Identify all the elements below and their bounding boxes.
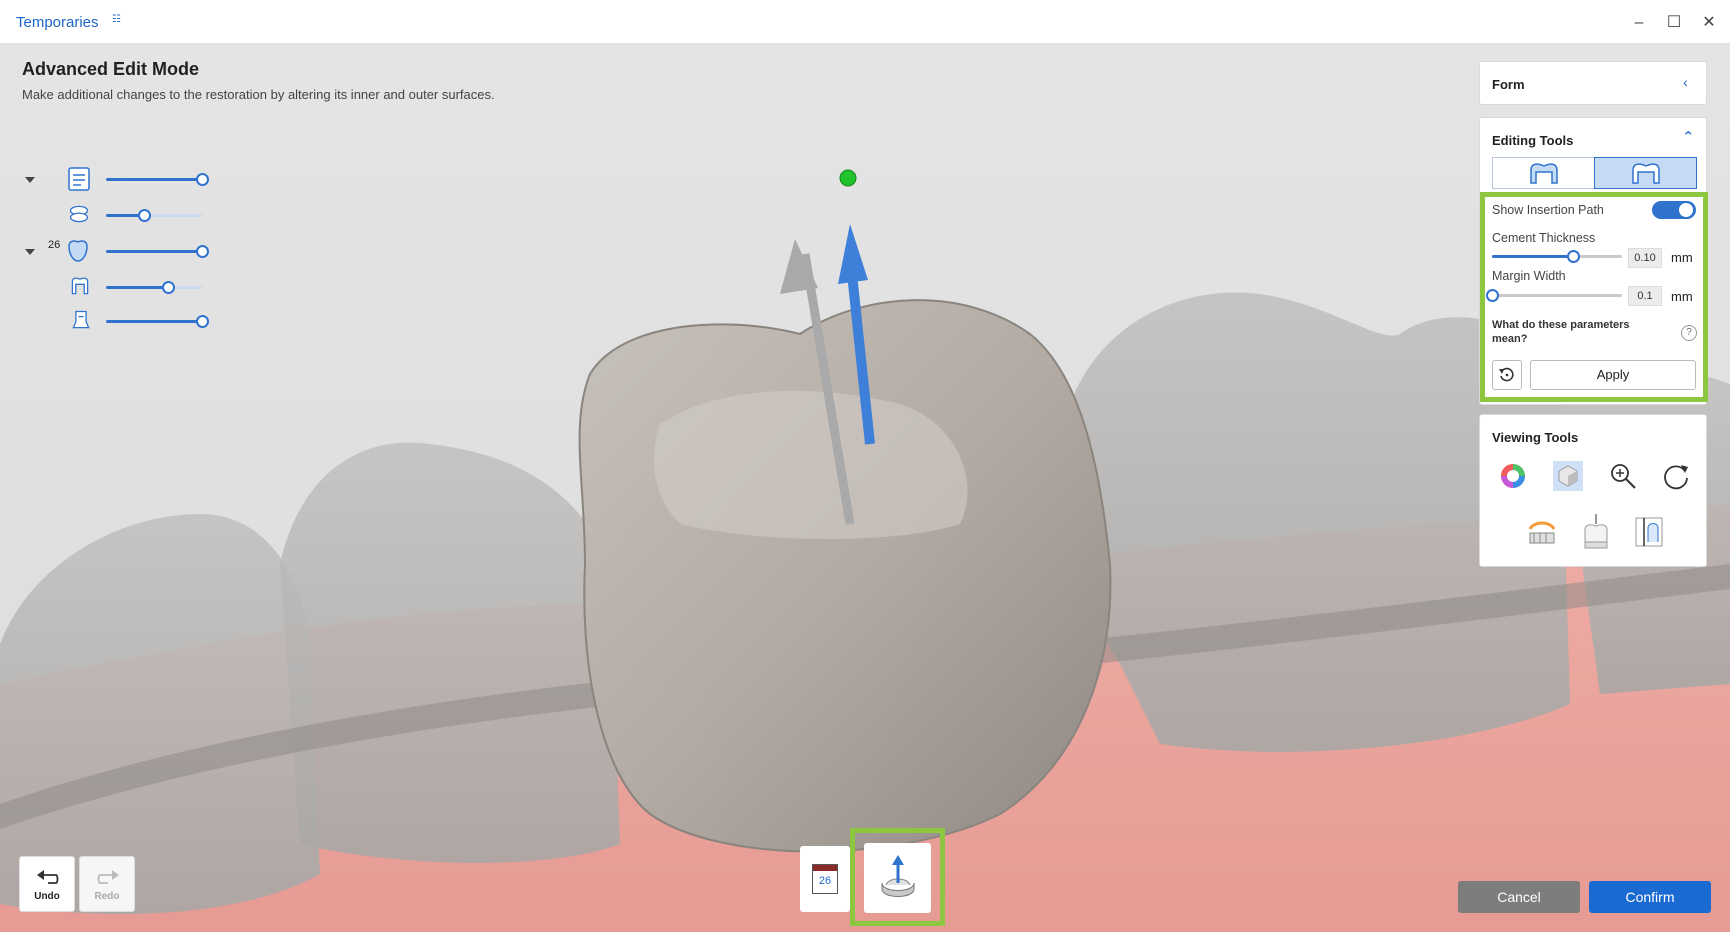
undo-icon [37,870,59,884]
tooth-badge: 26 [818,875,832,887]
tooth-calendar-icon: 26 [812,864,838,894]
color-wheel-icon[interactable] [1498,461,1528,491]
insertion-path-tool-button[interactable] [864,843,931,913]
redo-icon [97,870,119,884]
outer-surface-tab[interactable] [1492,157,1595,189]
margin-width-label: Margin Width [1492,269,1566,283]
crown-insert-view-icon[interactable] [1579,512,1613,550]
show-insertion-path-label: Show Insertion Path [1492,203,1604,217]
reset-button[interactable] [1492,360,1522,390]
model-slider-fill [106,178,202,181]
collapse-caret[interactable] [25,177,35,183]
app-title: Temporaries [16,14,99,31]
antagonist-icon[interactable] [68,203,90,225]
tooth-slider-fill [106,250,202,253]
abutment-slider-knob[interactable] [196,315,209,328]
tooth-slider[interactable] [106,250,202,253]
zoom-icon[interactable] [1608,461,1638,491]
help-icon[interactable]: ? [1681,325,1697,341]
margin-width-value[interactable]: 0.1 [1628,286,1662,306]
collapse-caret-26[interactable] [25,249,35,255]
reset-icon [1499,367,1514,382]
cement-thickness-label: Cement Thickness [1492,231,1596,245]
undo-label: Undo [34,891,60,902]
close-button[interactable]: ✕ [1698,12,1720,34]
crown-icon[interactable] [69,275,91,297]
form-panel[interactable]: Form ‹ [1479,61,1707,105]
model-slider[interactable] [106,178,202,181]
toggle-knob [1679,203,1693,217]
inner-crown-icon [1632,163,1660,184]
form-title: Form [1492,77,1525,92]
cancel-button[interactable]: Cancel [1458,881,1580,913]
margin-width-knob[interactable] [1486,289,1499,302]
model-icon[interactable] [66,166,92,192]
apply-button[interactable]: Apply [1530,360,1696,390]
tooth-left-2 [280,442,620,863]
inner-surface-tab[interactable] [1594,157,1697,189]
abutment-slider[interactable] [106,320,202,323]
cement-thickness-unit: mm [1671,250,1693,265]
app-window: Temporaries ☷ – ☐ ✕ Advanced Edit Mode M… [0,0,1730,932]
crown-slider-fill [106,286,169,289]
dental-scene [0,44,1730,932]
insertion-path-icon [881,855,915,897]
tooth-slider-knob[interactable] [196,245,209,258]
viewing-tools-title: Viewing Tools [1492,430,1579,445]
crown-tooth-26[interactable] [578,299,1112,853]
cement-thickness-value[interactable]: 0.10 [1628,248,1662,268]
margin-width-unit: mm [1671,289,1693,304]
pin-icon[interactable]: ☷ [112,14,121,25]
outer-crown-icon [1530,163,1558,184]
undo-button[interactable]: Undo [19,856,75,912]
section-view-icon[interactable] [1632,514,1666,550]
confirm-button[interactable]: Confirm [1589,881,1711,913]
mode-description: Make additional changes to the restorati… [22,87,495,102]
abutment-slider-fill [106,320,202,323]
mode-title: Advanced Edit Mode [22,59,200,79]
crown-slider[interactable] [106,286,202,289]
redo-button[interactable]: Redo [79,856,135,912]
tooth-26-button[interactable]: 26 [800,846,850,912]
antagonist-slider[interactable] [106,214,202,217]
parameters-help-link[interactable]: What do these parameters mean? [1492,318,1662,346]
margin-width-slider[interactable] [1492,294,1622,297]
abutment-icon[interactable] [70,309,92,331]
tooth-number: 26 [48,239,61,251]
rotate-icon[interactable] [1661,461,1691,491]
title-bar: Temporaries ☷ – ☐ ✕ [0,0,1730,44]
editing-tools-title: Editing Tools [1492,133,1574,148]
3d-viewport[interactable] [0,44,1730,932]
chevron-up-icon[interactable]: ⌃ [1682,128,1695,146]
minimize-button[interactable]: – [1628,12,1650,34]
cement-thickness-fill [1492,255,1573,258]
model-slider-knob[interactable] [196,173,209,186]
redo-label: Redo [94,891,120,902]
maximize-button[interactable]: ☐ [1663,12,1685,34]
cement-thickness-knob[interactable] [1566,250,1580,263]
chevron-left-icon[interactable]: ‹ [1683,74,1688,90]
jaw-view-icon[interactable] [1524,515,1560,551]
tooth-icon[interactable] [65,238,91,264]
solid-view-icon[interactable] [1553,461,1583,491]
cement-thickness-slider[interactable] [1492,255,1622,258]
show-insertion-path-toggle[interactable] [1652,201,1696,219]
insertion-handle[interactable] [839,169,857,187]
